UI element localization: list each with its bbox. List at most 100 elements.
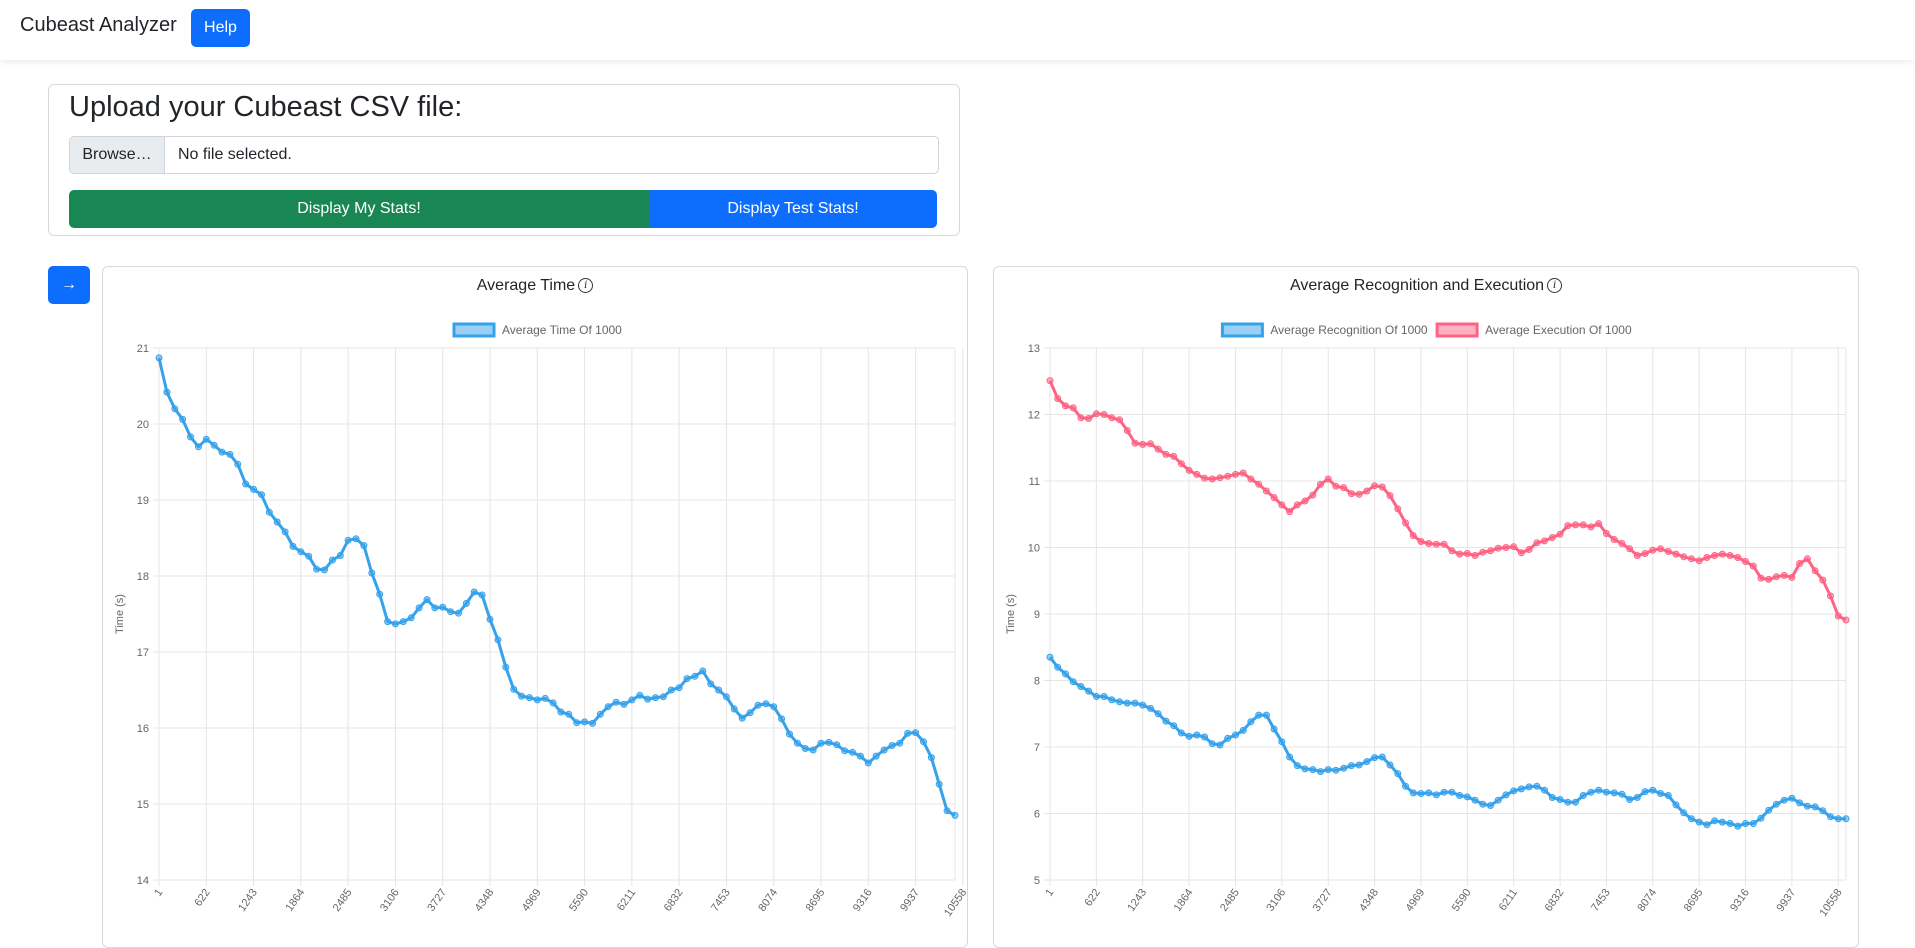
data-point xyxy=(1092,410,1100,418)
browse-button[interactable]: Browse… xyxy=(70,137,165,173)
file-status: No file selected. xyxy=(178,146,292,163)
data-point xyxy=(1803,802,1811,810)
data-point xyxy=(1641,788,1649,796)
data-point xyxy=(1386,761,1394,769)
data-point xyxy=(1765,806,1773,814)
data-point xyxy=(1363,758,1371,766)
display-my-stats-button[interactable]: Display My Stats! xyxy=(69,190,649,228)
data-point xyxy=(1572,521,1579,529)
data-point xyxy=(328,556,336,564)
data-point xyxy=(533,696,541,704)
data-point xyxy=(1633,552,1641,559)
data-point xyxy=(1432,540,1440,548)
data-point xyxy=(313,565,321,573)
data-point xyxy=(494,636,502,644)
data-point xyxy=(1626,796,1634,803)
data-point xyxy=(1695,557,1703,565)
data-point xyxy=(1463,550,1471,557)
data-point xyxy=(1247,718,1255,726)
data-point xyxy=(1618,540,1626,547)
series-line xyxy=(1048,656,1846,828)
data-point xyxy=(1108,414,1116,422)
data-point xyxy=(872,752,880,760)
y-tick-label: 18 xyxy=(137,571,149,583)
data-point xyxy=(391,620,399,628)
data-point xyxy=(1417,538,1425,545)
data-point xyxy=(447,608,455,616)
y-tick-label: 21 xyxy=(137,343,149,355)
data-point xyxy=(589,719,596,727)
help-button[interactable]: Help xyxy=(191,9,250,47)
data-point xyxy=(1154,710,1162,718)
data-point xyxy=(1278,738,1286,746)
data-point xyxy=(202,435,210,443)
x-tick-label: 4348 xyxy=(1357,887,1381,914)
data-point xyxy=(1340,484,1348,492)
arrow-right-button[interactable]: → xyxy=(48,266,90,304)
data-point xyxy=(1811,567,1819,575)
data-point xyxy=(1564,798,1572,806)
data-point xyxy=(1456,550,1464,558)
x-tick-label: 1 xyxy=(152,887,165,899)
data-point xyxy=(1402,519,1409,527)
data-point xyxy=(667,686,675,694)
data-point xyxy=(1255,480,1263,488)
data-point xyxy=(628,696,636,704)
data-point xyxy=(1517,549,1525,557)
data-point xyxy=(1262,487,1270,495)
data-point xyxy=(455,609,462,617)
data-point xyxy=(809,746,817,754)
data-point xyxy=(951,811,959,819)
data-point xyxy=(1649,546,1657,554)
data-point xyxy=(1819,576,1827,584)
data-point xyxy=(1177,460,1185,468)
data-point xyxy=(1278,501,1286,509)
data-point xyxy=(1695,818,1703,826)
data-point xyxy=(1772,800,1780,808)
x-tick-label: 1864 xyxy=(283,887,307,914)
data-point xyxy=(344,536,352,544)
average-time-chart-card: Average Time i 1 622 1243 1864 2485 3106 3727 43… xyxy=(102,266,968,948)
data-point xyxy=(1208,475,1216,483)
x-tick-label: 9316 xyxy=(1728,887,1752,914)
data-point xyxy=(1432,791,1440,799)
data-point xyxy=(1108,696,1116,704)
data-point xyxy=(1703,821,1711,829)
data-point xyxy=(1100,693,1108,700)
y-tick-label: 5 xyxy=(1034,875,1040,887)
data-point xyxy=(1541,786,1549,794)
y-tick-label: 6 xyxy=(1034,809,1040,821)
x-tick-label: 4348 xyxy=(473,887,497,914)
data-point xyxy=(825,738,833,746)
data-point xyxy=(1487,802,1494,809)
data-point xyxy=(1510,787,1518,795)
data-point xyxy=(722,693,730,701)
legend-label: Average Recognition Of 1000 xyxy=(1270,323,1428,337)
data-point xyxy=(1564,522,1572,530)
x-tick-label: 3106 xyxy=(1264,887,1288,914)
data-point xyxy=(179,415,187,423)
data-point xyxy=(1317,768,1324,776)
data-point xyxy=(833,741,841,749)
data-point xyxy=(1834,612,1842,620)
y-tick-label: 7 xyxy=(1034,742,1040,754)
file-input[interactable]: Browse… No file selected. xyxy=(69,136,939,174)
data-point xyxy=(155,354,163,362)
data-point xyxy=(1193,470,1201,478)
data-point xyxy=(738,714,746,722)
data-point xyxy=(1239,726,1247,734)
data-point xyxy=(557,708,565,716)
data-point xyxy=(549,699,557,707)
legend-swatch xyxy=(452,322,496,338)
display-test-stats-button[interactable]: Display Test Stats! xyxy=(649,190,937,228)
x-tick-label: 5590 xyxy=(567,887,591,914)
data-point xyxy=(1239,469,1247,477)
data-point xyxy=(1092,693,1100,700)
data-point xyxy=(1062,402,1069,410)
y-tick-label: 13 xyxy=(1028,343,1040,355)
data-point xyxy=(541,694,549,702)
data-point xyxy=(218,448,226,456)
data-point xyxy=(1309,491,1317,499)
data-point xyxy=(691,672,699,680)
brand[interactable]: Cubeast Analyzer xyxy=(20,14,177,37)
